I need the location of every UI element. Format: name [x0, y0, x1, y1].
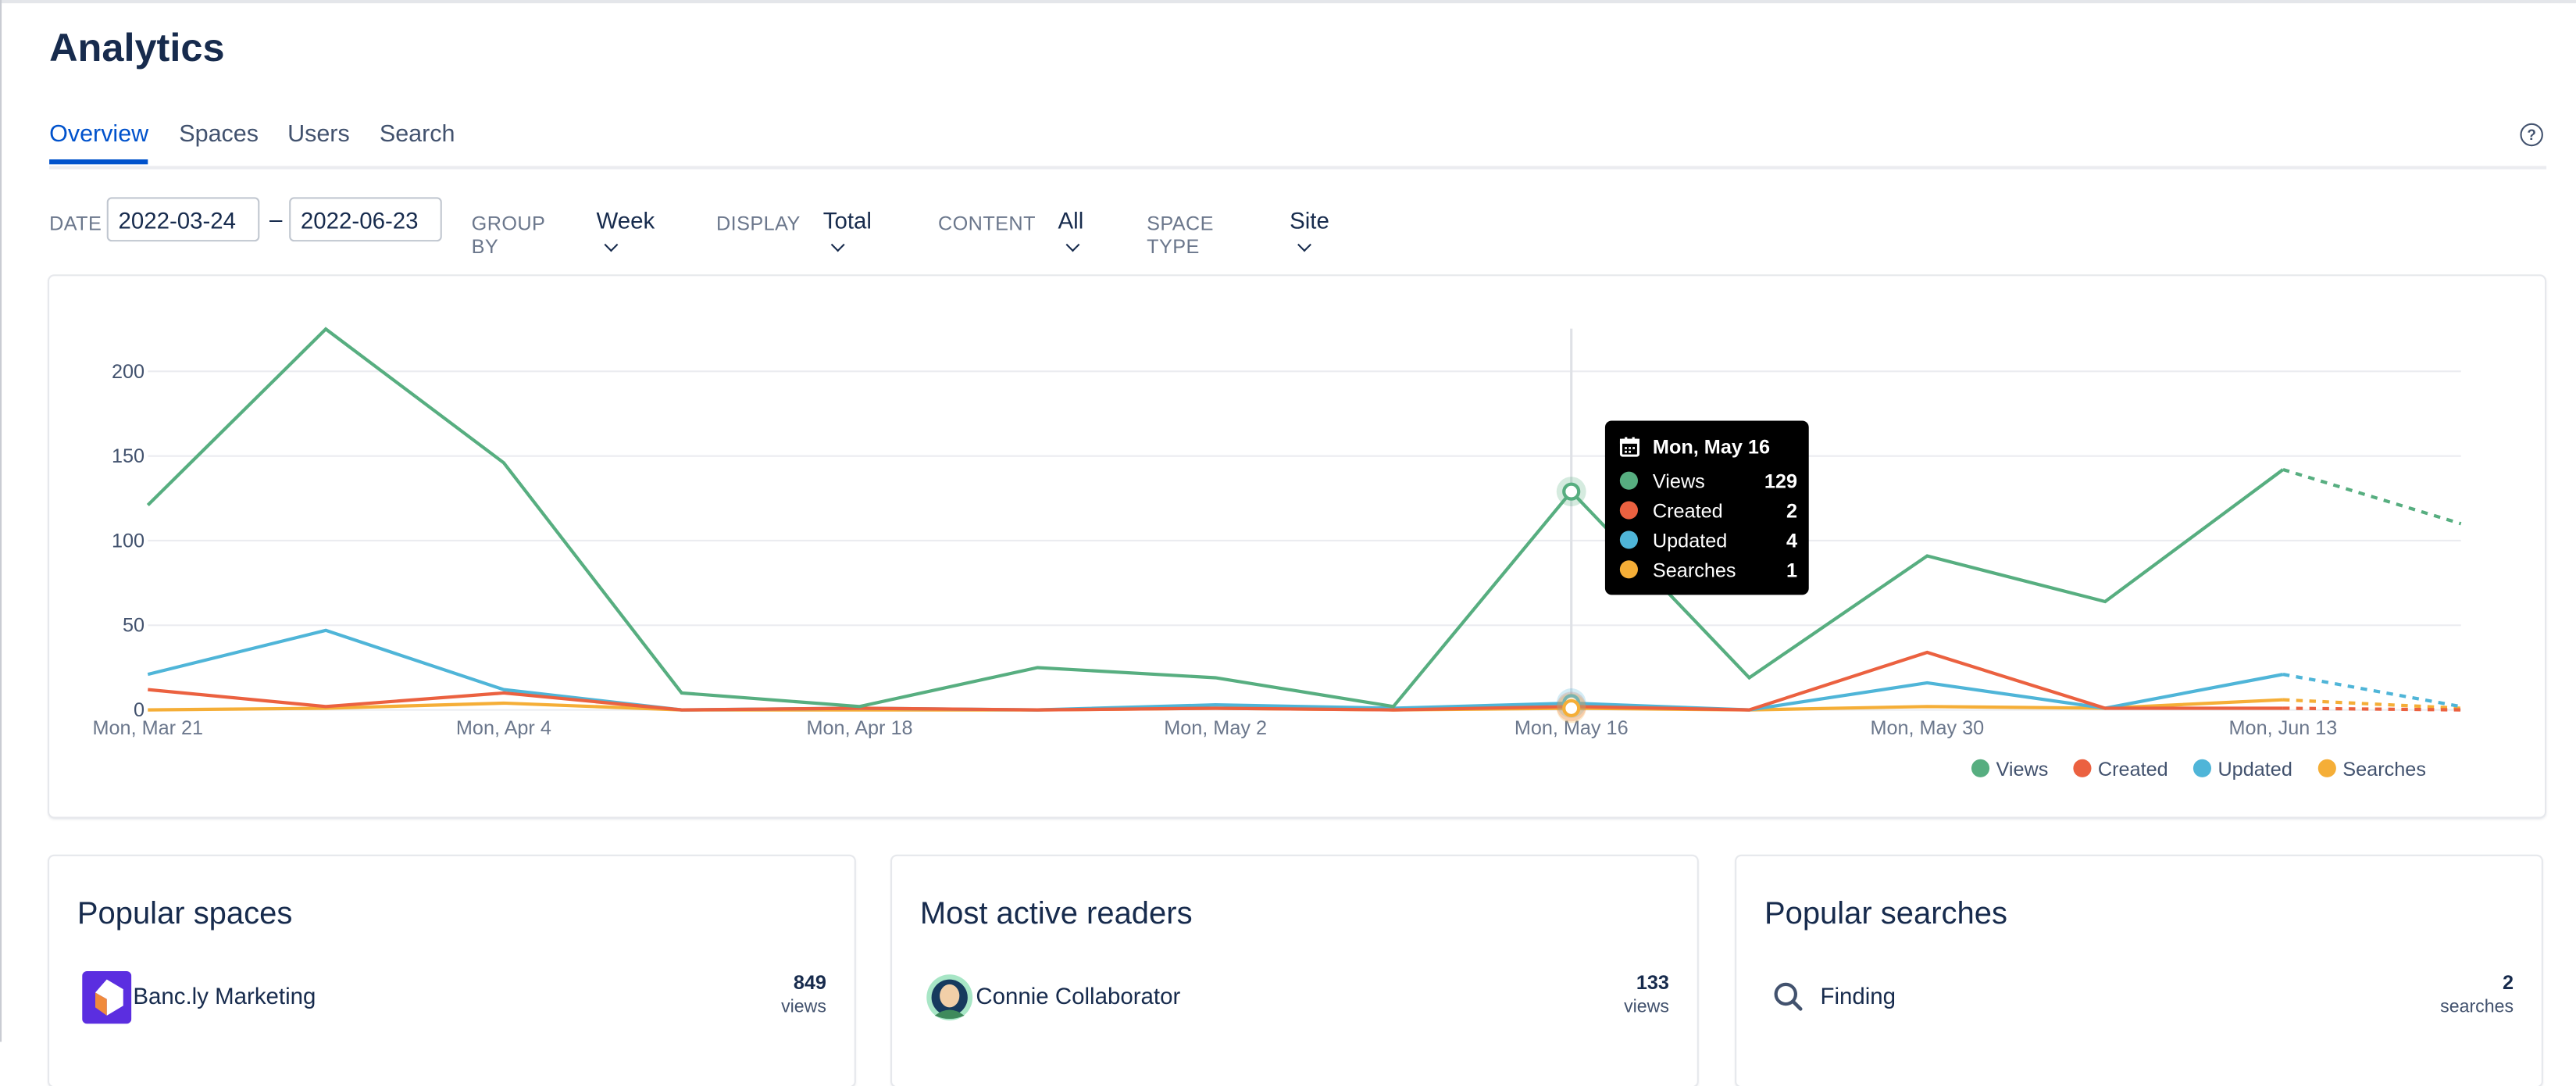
legend-label: Searches [2342, 757, 2426, 781]
list-item[interactable]: Banc.ly Marketing 849 views [77, 971, 826, 1024]
tooltip-row-updated: Updated 4 [1619, 529, 1798, 552]
chart-tooltip: Mon, May 16 Views 129 Created 2 Updated 4 Sear… [1604, 420, 1809, 595]
legend-swatch [1971, 759, 1990, 777]
count-unit: searches [2440, 997, 2514, 1017]
avatar [926, 974, 973, 1021]
y-tick-label: 50 [123, 615, 144, 637]
most-active-readers-card: Most active readers Connie Collaborator … [892, 856, 1697, 1086]
tooltip-row-created: Created 2 [1619, 499, 1798, 523]
legend-label: Created [2097, 757, 2168, 781]
calendar-icon [1619, 437, 1640, 457]
popular-searches-card: Popular searches Finding 2 searches [1736, 856, 2542, 1086]
series-dot [1619, 560, 1638, 579]
tooltip-label: Searches [1652, 559, 1736, 582]
series-dot [1619, 471, 1638, 490]
y-tick-label: 100 [112, 530, 144, 552]
view-count: 849 [793, 971, 826, 995]
series-line-views [146, 327, 2285, 709]
search-term: Finding [1820, 982, 1896, 1009]
tooltip-value: 129 [1764, 470, 1798, 493]
legend-swatch [2317, 759, 2336, 777]
search-icon [1774, 982, 1803, 1011]
legend-views[interactable]: Views [1971, 758, 2048, 781]
series-projection-views [2282, 467, 2462, 526]
card-title: Most active readers [919, 897, 1193, 932]
legend-label: Views [1996, 757, 2049, 781]
popular-spaces-card: Popular spaces Banc.ly Marketing 849 vie… [49, 856, 855, 1086]
space-logo-icon [82, 971, 132, 1024]
tooltip-label: Updated [1652, 529, 1728, 552]
highlight-point-searches [1562, 698, 1581, 718]
tooltip-value: 1 [1786, 559, 1798, 582]
series-dot [1619, 530, 1638, 549]
x-tick-label: Mon, May 2 [1164, 717, 1267, 739]
list-item[interactable]: Connie Collaborator 133 views [920, 971, 1669, 1023]
x-tick-label: Mon, Apr 4 [456, 717, 551, 739]
legend-searches[interactable]: Searches [2317, 757, 2426, 781]
series-dot [1619, 501, 1638, 520]
search-count: 2 [2502, 971, 2514, 995]
x-tick-label: Mon, May 30 [1870, 717, 1984, 739]
y-tick-label: 150 [112, 445, 144, 467]
card-title: Popular searches [1764, 897, 2007, 932]
tooltip-value: 2 [1786, 499, 1798, 523]
tooltip-label: Created [1652, 499, 1723, 523]
count-unit: views [1624, 997, 1669, 1017]
space-name: Banc.ly Marketing [133, 982, 316, 1009]
series-line-created [148, 650, 2283, 712]
series-line-updated [147, 628, 2284, 712]
x-tick-label: Mon, Apr 18 [807, 717, 913, 739]
card-title: Popular spaces [77, 897, 293, 932]
count-unit: views [781, 997, 826, 1017]
x-tick-label: Mon, Jun 13 [2229, 717, 2338, 739]
reader-name: Connie Collaborator [976, 982, 1181, 1009]
y-tick-label: 200 [112, 361, 144, 383]
tooltip-row-searches: Searches 1 [1619, 559, 1798, 582]
x-tick-label: Mon, Mar 21 [93, 717, 204, 739]
legend-label: Updated [2217, 757, 2292, 781]
tooltip-value: 4 [1786, 529, 1798, 552]
legend-swatch [2073, 759, 2092, 777]
tooltip-row-views: Views 129 [1619, 470, 1798, 493]
legend-created[interactable]: Created [2073, 757, 2168, 781]
view-count: 133 [1636, 971, 1669, 995]
legend-swatch [2192, 759, 2212, 777]
highlight-point-views [1562, 482, 1581, 501]
tooltip-title: Mon, May 16 [1652, 435, 1771, 459]
tooltip-label: Views [1652, 470, 1705, 493]
list-item[interactable]: Finding 2 searches [1764, 971, 2514, 1023]
legend-updated[interactable]: Updated [2192, 757, 2292, 781]
